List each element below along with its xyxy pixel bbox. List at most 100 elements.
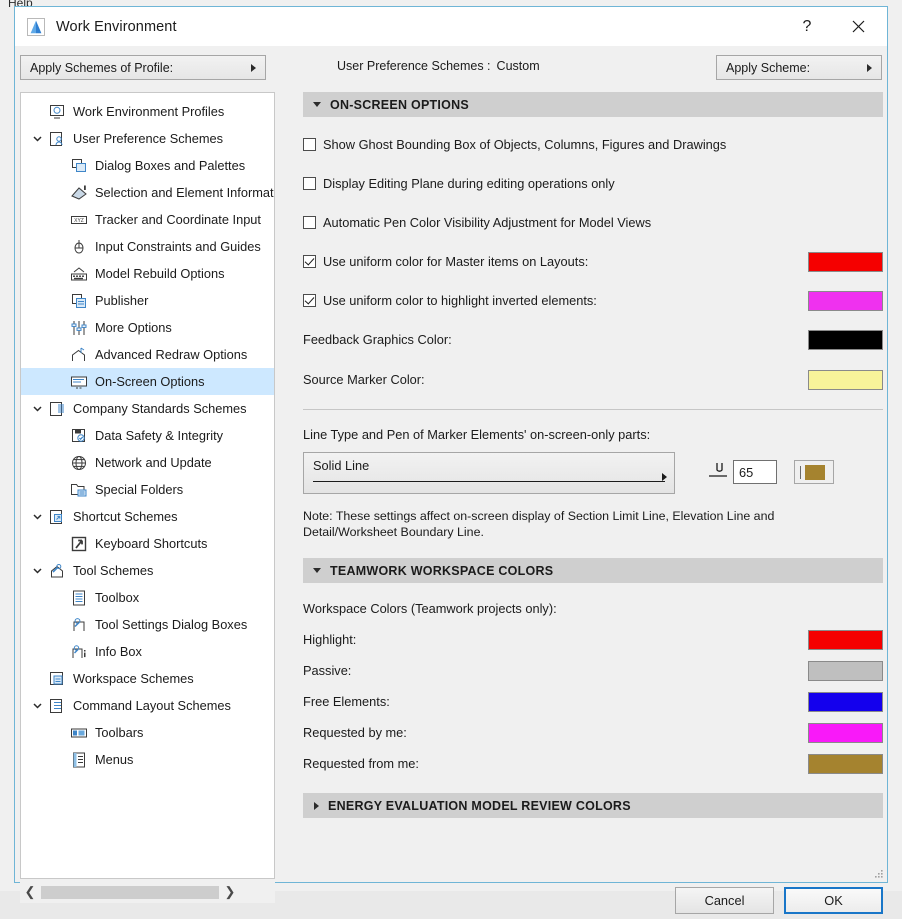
sidebar-item-model-rebuild-options[interactable]: Model Rebuild Options: [21, 260, 274, 287]
checkbox-label[interactable]: Automatic Pen Color Visibility Adjustmen…: [323, 215, 651, 230]
pen-color-button[interactable]: [794, 460, 834, 484]
ok-button[interactable]: OK: [784, 887, 883, 914]
on-screen-checkbox-list: Show Ghost Bounding Box of Objects, Colu…: [303, 134, 883, 311]
color-setting-label: Source Marker Color:: [303, 372, 425, 387]
sidebar-item-tool-schemes[interactable]: Tool Schemes: [21, 557, 274, 584]
resize-grip-icon[interactable]: [872, 868, 884, 880]
sidebar-item-label: Command Layout Schemes: [73, 698, 231, 713]
sidebar-item-publisher[interactable]: Publisher: [21, 287, 274, 314]
on-screen-note: Note: These settings affect on-screen di…: [303, 509, 775, 539]
sidebar-item-tracker-and-coordinate-input[interactable]: XYZ Tracker and Coordinate Input: [21, 206, 274, 233]
color-swatch-button[interactable]: [808, 369, 883, 390]
cancel-button[interactable]: Cancel: [675, 887, 774, 914]
checkbox-label[interactable]: Use uniform color to highlight inverted …: [323, 293, 597, 308]
model-rebuild-icon: [67, 265, 91, 283]
sidebar-item-on-screen-options[interactable]: On-Screen Options: [21, 368, 274, 395]
section-header-teamwork-workspace-colors[interactable]: TEAMWORK WORKSPACE COLORS: [303, 558, 883, 583]
line-type-dropdown[interactable]: Solid Line: [303, 452, 675, 494]
dialog-footer: Cancel OK: [303, 884, 883, 919]
sidebar-item-label: Work Environment Profiles: [73, 104, 225, 119]
color-swatch-button[interactable]: [808, 290, 883, 311]
color-swatch-button[interactable]: [808, 660, 883, 681]
menus-icon: [67, 751, 91, 769]
sidebar-item-work-environment-profiles[interactable]: Work Environment Profiles: [21, 98, 274, 125]
checkbox-row: Use uniform color to highlight inverted …: [303, 290, 883, 311]
sidebar-item-menus[interactable]: Menus: [21, 746, 274, 773]
teamwork-color-label: Free Elements:: [303, 694, 390, 709]
scrollbar-thumb[interactable]: [41, 885, 219, 899]
checkbox-unchecked-icon[interactable]: [303, 177, 316, 190]
color-swatch-button[interactable]: [808, 329, 883, 350]
sidebar-item-company-standards-schemes[interactable]: Company Standards Schemes: [21, 395, 274, 422]
company-standards-icon: [45, 400, 69, 418]
scroll-left-icon[interactable]: ❮: [20, 881, 40, 903]
sidebar-item-network-and-update[interactable]: Network and Update: [21, 449, 274, 476]
section-header-on-screen-options[interactable]: ON-SCREEN OPTIONS: [303, 92, 883, 117]
scheme-tree-panel[interactable]: Work Environment Profiles User Preference…: [20, 92, 275, 879]
pen-tick-icon: [800, 465, 801, 479]
sidebar-item-user-preference-schemes[interactable]: User Preference Schemes: [21, 125, 274, 152]
checkbox-unchecked-icon[interactable]: [303, 138, 316, 151]
pen-color-swatch: [805, 464, 825, 480]
sidebar-item-command-layout-schemes[interactable]: Command Layout Schemes: [21, 692, 274, 719]
chevron-down-icon[interactable]: [29, 511, 45, 522]
sidebar-item-shortcut-schemes[interactable]: Shortcut Schemes: [21, 503, 274, 530]
color-swatch-button[interactable]: [808, 722, 883, 743]
sidebar-item-label: Toolbox: [95, 590, 140, 605]
close-button[interactable]: [835, 7, 881, 46]
sidebar-item-label: Shortcut Schemes: [73, 509, 178, 524]
scroll-right-icon[interactable]: ❯: [220, 881, 240, 903]
color-swatch-button[interactable]: [808, 753, 883, 774]
chevron-down-icon[interactable]: [29, 133, 45, 144]
checkbox-label[interactable]: Use uniform color for Master items on La…: [323, 254, 588, 269]
section-header-energy-evaluation-model-review-colors[interactable]: ENERGY EVALUATION MODEL REVIEW COLORS: [303, 793, 883, 818]
sidebar-item-label: Input Constraints and Guides: [95, 239, 261, 254]
sidebar-item-workspace-schemes[interactable]: Workspace Schemes: [21, 665, 274, 692]
scheme-toolbar: Apply Schemes of Profile: User Preferenc…: [15, 46, 887, 90]
teamwork-subtitle-row: Workspace Colors (Teamwork projects only…: [303, 598, 883, 619]
sidebar-item-tool-settings-dialog-boxes[interactable]: Tool Settings Dialog Boxes: [21, 611, 274, 638]
chevron-down-icon[interactable]: [29, 565, 45, 576]
chevron-right-icon: [662, 473, 667, 481]
work-environment-dialog: Work Environment ? Apply Schemes of Prof…: [14, 6, 888, 914]
color-swatch-button[interactable]: [808, 629, 883, 650]
line-type-title: Line Type and Pen of Marker Elements' on…: [303, 427, 651, 442]
teamwork-subtitle: Workspace Colors (Teamwork projects only…: [303, 601, 557, 616]
checkbox-unchecked-icon[interactable]: [303, 216, 316, 229]
dialog-body: Apply Schemes of Profile: User Preferenc…: [15, 46, 887, 914]
apply-schemes-of-profile-dropdown[interactable]: Apply Schemes of Profile:: [20, 55, 266, 80]
dialog-titlebar[interactable]: Work Environment ?: [15, 7, 887, 46]
chevron-down-icon[interactable]: [29, 700, 45, 711]
sidebar-item-keyboard-shortcuts[interactable]: Keyboard Shortcuts: [21, 530, 274, 557]
command-layout-icon: [45, 697, 69, 715]
sidebar-item-dialog-boxes-and-palettes[interactable]: Dialog Boxes and Palettes: [21, 152, 274, 179]
data-safety-icon: [67, 427, 91, 445]
sidebar-item-advanced-redraw-options[interactable]: Advanced Redraw Options: [21, 341, 274, 368]
checkbox-row: Automatic Pen Color Visibility Adjustmen…: [303, 212, 883, 233]
checkbox-label[interactable]: Display Editing Plane during editing ope…: [323, 176, 615, 191]
sidebar-item-info-box[interactable]: Info Box: [21, 638, 274, 665]
section-title: TEAMWORK WORKSPACE COLORS: [330, 563, 554, 578]
section-title: ON-SCREEN OPTIONS: [330, 97, 469, 112]
checkbox-checked-icon[interactable]: [303, 294, 316, 307]
teamwork-color-row: Requested from me:: [303, 753, 883, 774]
sidebar-item-special-folders[interactable]: Special Folders: [21, 476, 274, 503]
checkbox-checked-icon[interactable]: [303, 255, 316, 268]
chevron-down-icon[interactable]: [29, 403, 45, 414]
sidebar-item-input-constraints-and-guides[interactable]: Input Constraints and Guides: [21, 233, 274, 260]
tracker-coordinate-icon: XYZ: [67, 211, 91, 229]
apply-scheme-dropdown[interactable]: Apply Scheme:: [716, 55, 882, 80]
pen-number-input[interactable]: 65: [733, 460, 777, 484]
sidebar-item-label: Keyboard Shortcuts: [95, 536, 208, 551]
color-swatch-button[interactable]: [808, 691, 883, 712]
sidebar-item-selection-and-element-information[interactable]: Selection and Element Information: [21, 179, 274, 206]
sidebar-item-toolbox[interactable]: Toolbox: [21, 584, 274, 611]
sidebar-horizontal-scrollbar[interactable]: ❮ ❯: [20, 881, 275, 903]
help-button[interactable]: ?: [784, 7, 830, 46]
sidebar-item-more-options[interactable]: More Options: [21, 314, 274, 341]
checkbox-label[interactable]: Show Ghost Bounding Box of Objects, Colu…: [323, 137, 726, 152]
sidebar-item-label: On-Screen Options: [95, 374, 205, 389]
sidebar-item-data-safety-integrity[interactable]: Data Safety & Integrity: [21, 422, 274, 449]
color-swatch-button[interactable]: [808, 251, 883, 272]
sidebar-item-toolbars[interactable]: Toolbars: [21, 719, 274, 746]
